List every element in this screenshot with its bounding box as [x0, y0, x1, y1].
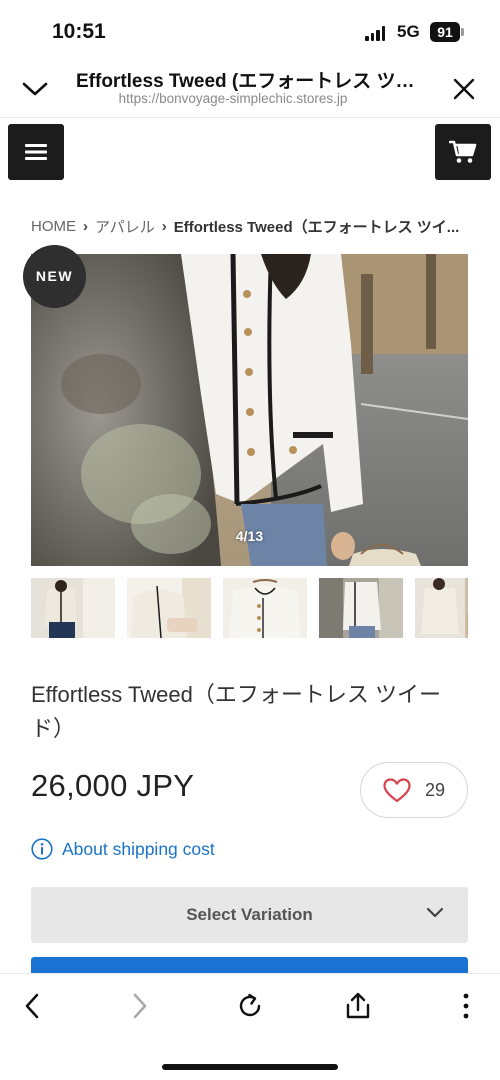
thumbnail[interactable]: [319, 578, 403, 638]
new-badge: NEW: [23, 245, 86, 308]
shipping-cost-label: About shipping cost: [62, 838, 215, 859]
status-bar: 10:51 5G 91: [0, 0, 500, 62]
network-type: 5G: [397, 22, 420, 41]
status-time: 10:51: [52, 20, 106, 43]
thumbnail-strip[interactable]: [31, 578, 468, 638]
close-icon[interactable]: [452, 77, 476, 101]
page-url[interactable]: https://bonvoyage-simplechic.stores.jp: [76, 91, 436, 106]
more-icon[interactable]: [462, 992, 470, 1020]
like-count: 29: [424, 779, 446, 800]
battery-tip: [461, 28, 464, 36]
share-icon[interactable]: [344, 992, 372, 1020]
product-photo: [31, 254, 468, 566]
cart-button[interactable]: [435, 124, 491, 180]
breadcrumb: HOME › アパレル › Effortless Tweed（エフォートレス ツ…: [31, 216, 471, 237]
breadcrumb-separator-icon: ›: [83, 218, 88, 235]
chevron-down-icon: [426, 907, 444, 918]
browser-header: Effortless Tweed (エフォートレス ツ… https://bon…: [0, 62, 500, 118]
breadcrumb-separator-icon: ›: [161, 218, 167, 235]
page-title: Effortless Tweed (エフォートレス ツ…: [76, 71, 415, 92]
cart-icon: [449, 140, 477, 163]
shipping-cost-link[interactable]: About shipping cost: [31, 838, 215, 860]
heart-icon: [383, 777, 411, 802]
signal-icon: [365, 26, 385, 41]
forward-icon[interactable]: [128, 992, 150, 1020]
like-button[interactable]: 29: [360, 762, 468, 818]
thumbnail[interactable]: [127, 578, 211, 638]
thumbnail[interactable]: [223, 578, 307, 638]
thumbnail[interactable]: [415, 578, 468, 638]
variation-select[interactable]: Select Variation: [31, 887, 468, 943]
battery-icon: 91: [430, 22, 460, 42]
chevron-down-icon[interactable]: [20, 76, 50, 100]
variation-label: Select Variation: [186, 905, 313, 924]
menu-icon: [25, 144, 47, 160]
image-counter: 4/13: [235, 528, 264, 544]
product-price: 26,000 JPY: [31, 768, 195, 803]
back-icon[interactable]: [22, 992, 44, 1020]
breadcrumb-home[interactable]: HOME: [31, 218, 76, 235]
menu-button[interactable]: [8, 124, 64, 180]
breadcrumb-category[interactable]: アパレル: [95, 216, 155, 237]
main-product-image[interactable]: 4/13: [31, 254, 468, 566]
breadcrumb-current: Effortless Tweed（エフォートレス ツイ...: [173, 219, 460, 236]
product-title: Effortless Tweed（エフォートレス ツイード）: [31, 682, 441, 741]
add-to-cart-button[interactable]: [31, 957, 468, 973]
reload-icon[interactable]: [236, 992, 264, 1020]
info-icon: [31, 838, 53, 860]
home-indicator[interactable]: [162, 1064, 338, 1070]
thumbnail[interactable]: [31, 578, 115, 638]
